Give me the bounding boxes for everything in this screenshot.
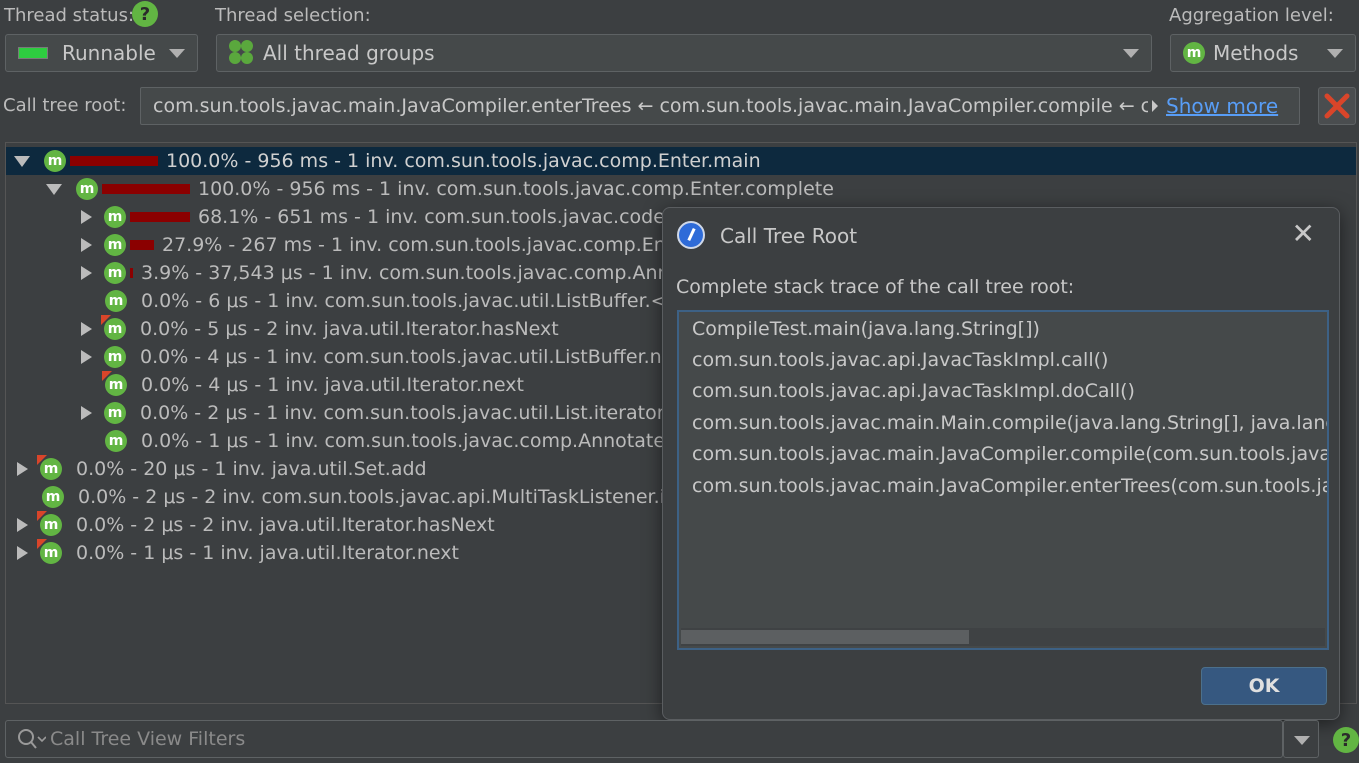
compass-icon bbox=[677, 221, 705, 249]
tree-row[interactable]: m 100.0% - 956 ms - 1 inv. com.sun.tools… bbox=[6, 147, 1356, 175]
expand-toggle-icon[interactable] bbox=[46, 183, 62, 195]
collapse-toggle-icon[interactable] bbox=[81, 350, 92, 364]
thread-selection-value: All thread groups bbox=[263, 41, 435, 65]
scrollbar-thumb[interactable] bbox=[681, 630, 969, 644]
call-tree-root-field: com.sun.tools.javac.main.JavaCompiler.en… bbox=[140, 87, 1300, 125]
filter-help-icon[interactable]: ? bbox=[1333, 727, 1359, 753]
percentage-bar bbox=[70, 156, 158, 166]
runnable-state-icon bbox=[18, 47, 48, 59]
stack-frame[interactable]: com.sun.tools.javac.api.JavacTaskImpl.ca… bbox=[692, 349, 1108, 371]
thread-selection-combo[interactable]: All thread groups bbox=[216, 34, 1152, 72]
chevron-down-icon bbox=[1327, 49, 1343, 58]
thread-status-combo[interactable]: Runnable bbox=[5, 34, 198, 72]
call-tree-filter-input[interactable]: Call Tree View Filters bbox=[5, 720, 1283, 758]
stack-frame[interactable]: com.sun.tools.javac.api.JavacTaskImpl.do… bbox=[692, 380, 1135, 402]
method-icon: m bbox=[44, 150, 66, 172]
tree-row-label: 0.0% - 1 μs - 1 inv. java.util.Iterator.… bbox=[76, 542, 459, 564]
method-icon: m bbox=[105, 290, 127, 312]
dialog-title: Call Tree Root bbox=[720, 224, 858, 248]
aggregation-level-value: Methods bbox=[1213, 41, 1299, 65]
filter-placeholder: Call Tree View Filters bbox=[50, 728, 246, 750]
stack-frame[interactable]: com.sun.tools.javac.main.JavaCompiler.en… bbox=[692, 475, 1327, 497]
stack-frame[interactable]: com.sun.tools.javac.main.Main.compile(ja… bbox=[692, 412, 1327, 434]
tree-row-label: 0.0% - 2 μs - 2 inv. java.util.Iterator.… bbox=[76, 514, 495, 536]
call-tree-root-label: Call tree root: bbox=[3, 95, 127, 116]
horizontal-scrollbar[interactable] bbox=[681, 628, 1325, 646]
tree-row-label: 3.9% - 37,543 μs - 1 inv. com.sun.tools.… bbox=[141, 262, 682, 284]
method-icon: m bbox=[104, 402, 126, 424]
collapse-toggle-icon[interactable] bbox=[81, 238, 92, 252]
collapse-toggle-icon[interactable] bbox=[17, 462, 28, 476]
chevron-down-icon bbox=[169, 49, 185, 58]
tree-row-label: 0.0% - 4 μs - 1 inv. com.sun.tools.javac… bbox=[140, 346, 685, 368]
tree-row-label: 0.0% - 2 μs - 1 inv. com.sun.tools.javac… bbox=[140, 402, 665, 424]
tree-row-label: 0.0% - 2 μs - 2 inv. com.sun.tools.javac… bbox=[78, 486, 687, 508]
tree-row-label: 0.0% - 5 μs - 2 inv. java.util.Iterator.… bbox=[140, 318, 559, 340]
collapse-toggle-icon[interactable] bbox=[17, 518, 28, 532]
collapse-toggle-icon[interactable] bbox=[81, 266, 92, 280]
method-icon: m bbox=[104, 346, 126, 368]
method-icon: m bbox=[105, 430, 127, 452]
method-icon: m bbox=[1183, 42, 1205, 64]
thread-status-help-icon[interactable]: ? bbox=[132, 1, 158, 27]
tree-row[interactable]: m 100.0% - 956 ms - 1 inv. com.sun.tools… bbox=[6, 175, 1356, 203]
tree-row-label: 0.0% - 20 μs - 1 inv. java.util.Set.add bbox=[76, 458, 427, 480]
collapse-toggle-icon[interactable] bbox=[81, 406, 92, 420]
ok-button[interactable]: OK bbox=[1201, 667, 1327, 705]
tree-row-label: 0.0% - 6 μs - 1 inv. com.sun.tools.javac… bbox=[141, 290, 684, 312]
thread-status-value: Runnable bbox=[62, 41, 156, 65]
percentage-bar bbox=[130, 268, 133, 278]
collapse-toggle-icon[interactable] bbox=[81, 210, 92, 224]
percentage-bar bbox=[130, 240, 154, 250]
interface-method-icon: m bbox=[40, 542, 62, 564]
call-tree-root-dialog: Call Tree Root ✕ Complete stack trace of… bbox=[662, 207, 1340, 720]
percentage-bar bbox=[130, 212, 190, 222]
percentage-bar bbox=[102, 184, 190, 194]
close-icon bbox=[1324, 93, 1350, 119]
show-more-link[interactable]: Show more bbox=[1166, 94, 1278, 118]
tree-row-label: 100.0% - 956 ms - 1 inv. com.sun.tools.j… bbox=[166, 150, 761, 172]
tree-row-label: 0.0% - 1 μs - 1 inv. com.sun.tools.javac… bbox=[141, 430, 683, 452]
tree-row-label: 68.1% - 651 ms - 1 inv. com.sun.tools.ja… bbox=[198, 206, 684, 228]
method-icon: m bbox=[104, 234, 126, 256]
chevron-down-icon bbox=[1123, 49, 1139, 58]
tree-row-label: 0.0% - 4 μs - 1 inv. java.util.Iterator.… bbox=[141, 374, 524, 396]
expand-toggle-icon[interactable] bbox=[14, 155, 30, 167]
thread-group-icon bbox=[229, 40, 255, 66]
interface-method-icon: m bbox=[105, 374, 127, 396]
collapse-toggle-icon[interactable] bbox=[81, 322, 92, 336]
thread-status-label: Thread status: bbox=[4, 5, 135, 26]
method-icon: m bbox=[104, 206, 126, 228]
call-tree-root-value: com.sun.tools.javac.main.JavaCompiler.en… bbox=[153, 95, 1148, 117]
aggregation-level-label: Aggregation level: bbox=[1169, 5, 1334, 26]
thread-selection-label: Thread selection: bbox=[215, 5, 371, 26]
reset-root-button[interactable] bbox=[1318, 87, 1356, 125]
tree-row-label: 100.0% - 956 ms - 1 inv. com.sun.tools.j… bbox=[198, 178, 834, 200]
method-icon: m bbox=[42, 486, 64, 508]
method-icon: m bbox=[76, 178, 98, 200]
search-icon bbox=[18, 729, 46, 749]
interface-method-icon: m bbox=[40, 514, 62, 536]
filter-dropdown-button[interactable] bbox=[1283, 720, 1319, 758]
chevron-down-icon bbox=[1294, 736, 1310, 745]
stack-trace-list[interactable]: CompileTest.main(java.lang.String[]) com… bbox=[677, 310, 1329, 650]
method-icon: m bbox=[104, 262, 126, 284]
overflow-arrow-icon bbox=[1152, 100, 1158, 112]
stack-frame[interactable]: com.sun.tools.javac.main.JavaCompiler.co… bbox=[692, 443, 1327, 465]
collapse-toggle-icon[interactable] bbox=[17, 546, 28, 560]
tree-row-label: 27.9% - 267 ms - 1 inv. com.sun.tools.ja… bbox=[162, 234, 685, 256]
interface-method-icon: m bbox=[104, 318, 126, 340]
dialog-description: Complete stack trace of the call tree ro… bbox=[676, 276, 1075, 298]
stack-frame[interactable]: CompileTest.main(java.lang.String[]) bbox=[692, 318, 1040, 340]
close-icon[interactable]: ✕ bbox=[1292, 220, 1315, 248]
interface-method-icon: m bbox=[40, 458, 62, 480]
aggregation-level-combo[interactable]: m Methods bbox=[1170, 34, 1356, 72]
